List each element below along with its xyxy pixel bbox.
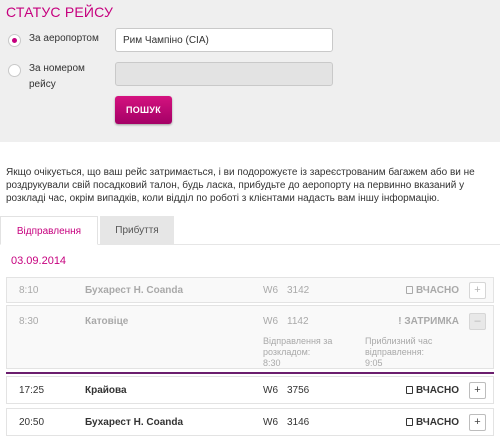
flight-row: 8:30 Катовіце W6 1142 ! ЗАТРИМКА – Відпр… <box>6 305 494 369</box>
search-panel: СТАТУС РЕЙСУ За аеропортом За номером ре… <box>0 0 500 142</box>
estimated-label: Приблизний час відправлення: <box>365 336 433 357</box>
flight-carrier: W6 <box>263 316 278 327</box>
status-delayed: ! ЗАТРИМКА <box>398 316 459 327</box>
status-ontime: ВЧАСНО <box>405 385 459 396</box>
flight-carrier: W6 <box>263 385 278 396</box>
flight-carrier: W6 <box>263 417 278 428</box>
status-text: ВЧАСНО <box>415 285 459 296</box>
flight-row: 17:25 Крайова W6 3756 ВЧАСНО + <box>6 376 494 404</box>
expand-button[interactable]: + <box>469 414 486 431</box>
flight-number: 3146 <box>287 417 310 428</box>
airport-input[interactable] <box>115 28 333 52</box>
radio-by-airport-label: За аеропортом <box>29 33 99 44</box>
estimated-time: 9:05 <box>365 358 383 368</box>
flight-row: 20:50 Бухарест Н. Coanda W6 3146 ВЧАСНО … <box>6 408 494 436</box>
status-ontime: ВЧАСНО <box>405 285 459 296</box>
document-icon <box>405 386 413 394</box>
scheduled-time: 8:30 <box>263 358 281 368</box>
status-text: ВЧАСНО <box>415 385 459 396</box>
flight-destination: Крайова <box>85 385 127 396</box>
page-title: СТАТУС РЕЙСУ <box>6 4 114 20</box>
status-ontime: ВЧАСНО <box>405 417 459 428</box>
document-icon <box>405 418 413 426</box>
radio-by-flight[interactable] <box>8 64 21 77</box>
expand-button[interactable]: + <box>469 382 486 399</box>
collapse-button[interactable]: – <box>469 313 486 330</box>
delay-info-text: Якщо очікується, що ваш рейс затримаєтьс… <box>6 167 475 204</box>
document-icon <box>405 286 413 294</box>
flight-number: 3142 <box>287 285 310 296</box>
radio-by-airport[interactable] <box>8 34 21 47</box>
flight-carrier: W6 <box>263 285 278 296</box>
search-button[interactable]: ПОШУК <box>115 96 172 124</box>
flight-number-input[interactable] <box>115 62 333 86</box>
flight-time: 20:50 <box>19 417 45 428</box>
current-time-divider <box>6 372 494 374</box>
flight-time: 17:25 <box>19 385 45 396</box>
expand-button[interactable]: + <box>469 282 486 299</box>
tab-arrivals[interactable]: Прибуття <box>100 216 174 245</box>
scheduled-label: Відправлення за розкладом: <box>263 336 333 357</box>
flight-date: 03.09.2014 <box>11 255 67 267</box>
flight-number: 3756 <box>287 385 310 396</box>
status-text: ВЧАСНО <box>415 417 459 428</box>
flight-destination: Катовіце <box>85 316 129 327</box>
radio-by-flight-label: За номером рейсу <box>29 63 85 90</box>
tab-departures[interactable]: Відправлення <box>0 216 98 245</box>
flight-destination: Бухарест Н. Coanda <box>85 417 184 428</box>
flight-destination: Бухарест Н. Coanda <box>85 285 184 296</box>
flight-time: 8:10 <box>19 285 39 296</box>
flight-tabs: Відправлення Прибуття <box>0 216 500 245</box>
flight-time: 8:30 <box>19 316 39 327</box>
flight-number: 1142 <box>287 316 309 327</box>
flight-row: 8:10 Бухарест Н. Coanda W6 3142 ВЧАСНО + <box>6 277 494 303</box>
